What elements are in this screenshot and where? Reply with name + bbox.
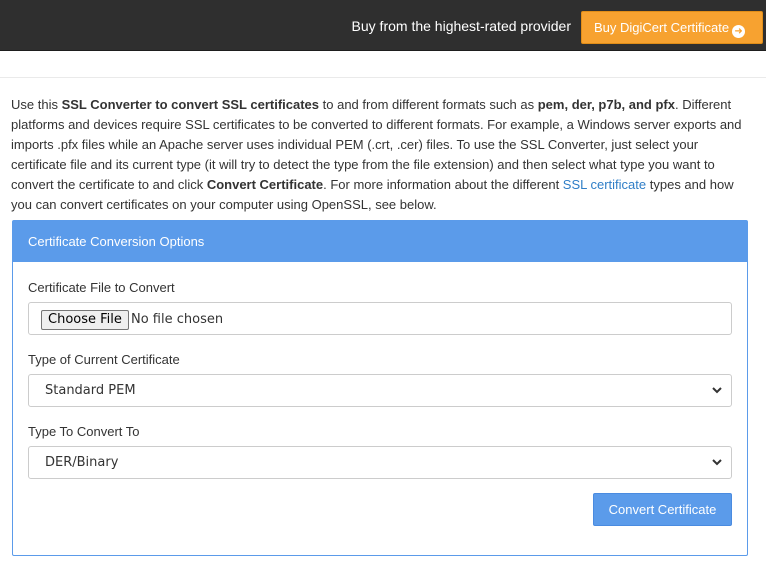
ssl-certificate-link[interactable]: SSL certificate: [563, 177, 646, 192]
current-type-select[interactable]: Standard PEM: [28, 374, 732, 407]
divider: [0, 77, 766, 78]
intro-paragraph: Use this SSL Converter to convert SSL ce…: [11, 95, 756, 215]
top-bar: Buy from the highest-rated provider Buy …: [0, 0, 766, 51]
file-status: No file chosen: [131, 312, 224, 327]
intro-bold-text: SSL Converter to convert SSL certificate…: [61, 97, 320, 112]
convert-certificate-button[interactable]: Convert Certificate: [593, 493, 732, 526]
choose-file-button[interactable]: Choose File: [41, 310, 129, 330]
panel-heading: Certificate Conversion Options: [13, 221, 747, 262]
buy-digicert-button[interactable]: Buy DigiCert Certificate ➜: [581, 11, 763, 44]
intro-bold-text: Convert Certificate: [206, 177, 324, 192]
arrow-circle-right-icon: ➜: [732, 25, 746, 38]
conversion-options-panel: Certificate Conversion Options Certifica…: [12, 220, 748, 556]
convert-to-select[interactable]: DER/Binary: [28, 446, 732, 479]
promo-text: Buy from the highest-rated provider: [351, 18, 571, 34]
chevron-down-icon: [712, 387, 722, 394]
intro-text: to and from different formats such as: [319, 97, 538, 112]
current-type-value: Standard PEM: [45, 383, 136, 398]
convert-to-value: DER/Binary: [45, 455, 119, 470]
chevron-down-icon: [712, 459, 722, 466]
file-label: Certificate File to Convert: [28, 280, 175, 295]
intro-text: . For more information about the differe…: [323, 177, 563, 192]
current-type-label: Type of Current Certificate: [28, 352, 180, 367]
certificate-file-input[interactable]: Choose File No file chosen: [28, 302, 732, 335]
convert-to-label: Type To Convert To: [28, 424, 140, 439]
intro-bold-text: pem, der, p7b, and pfx: [537, 97, 675, 112]
intro-text: Use this: [11, 97, 62, 112]
buy-button-label: Buy DigiCert Certificate: [594, 20, 730, 35]
